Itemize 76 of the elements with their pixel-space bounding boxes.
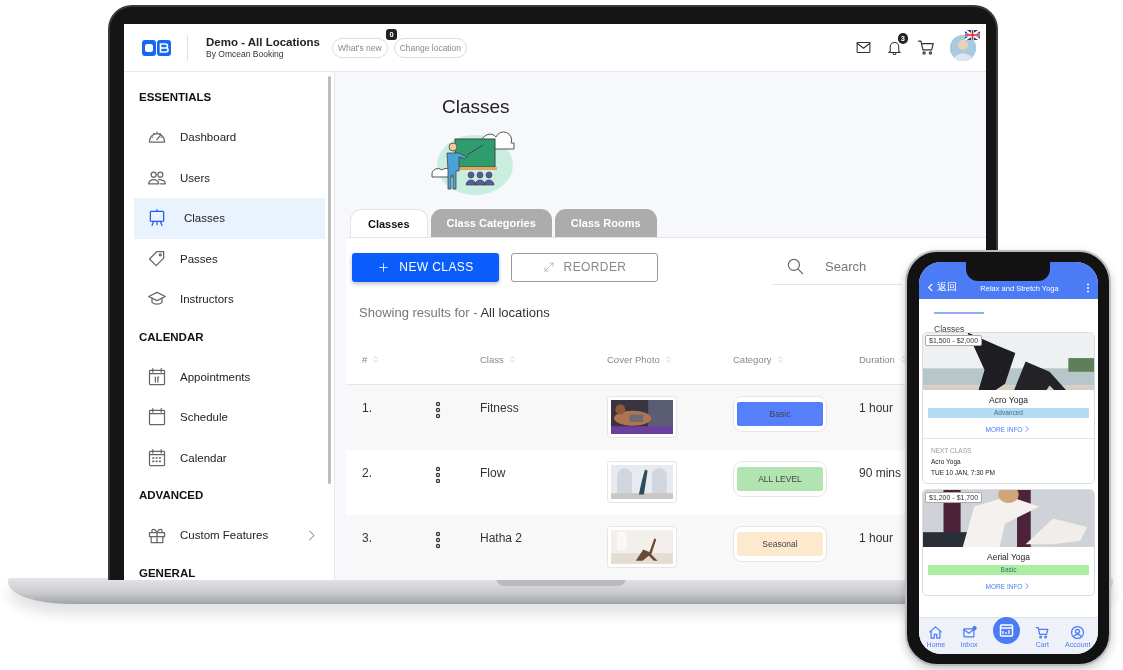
sidebar-item[interactable]: Classes [134, 198, 325, 239]
column-header[interactable]: Category [733, 354, 785, 365]
sort-icon [507, 355, 517, 364]
reorder-button[interactable]: REORDER [511, 252, 658, 282]
sort-icon [775, 355, 785, 364]
sort-icon [898, 355, 908, 364]
tab[interactable]: Class Rooms [554, 209, 657, 237]
column-header[interactable]: Duration [859, 354, 908, 365]
section-heading: GENERAL [138, 566, 197, 580]
filter-text: Showing results for - All locations [359, 305, 551, 321]
search-field[interactable]: Search [825, 259, 885, 274]
section-heading: CALENDAR [138, 330, 205, 345]
location-title: Demo - All Locations [206, 36, 320, 49]
more-icon[interactable] [435, 466, 441, 484]
row-number: 1. [362, 400, 372, 416]
section-heading: ADVANCED [138, 489, 205, 503]
search-icon [786, 257, 805, 276]
row-number: 2. [362, 465, 372, 481]
scrollbar[interactable] [328, 76, 331, 484]
bell-icon [886, 39, 903, 56]
more-icon[interactable] [435, 401, 441, 419]
class-name: Aerial Yoga [986, 552, 1031, 562]
class-name: Acro Yoga [988, 395, 1029, 405]
category-tag: ALL LEVEL [737, 467, 823, 491]
sidebar-item[interactable]: Dashboard [134, 117, 325, 158]
logo-icon[interactable] [142, 39, 171, 56]
page-title: Classes [442, 96, 511, 119]
calendar-icon [147, 407, 167, 428]
tab[interactable]: Class Categories [430, 209, 552, 237]
location-subtitle: By Omcean Booking [206, 49, 285, 59]
sidebar-item[interactable]: Calendar [134, 437, 325, 478]
sort-icon [371, 355, 381, 364]
mail-icon [855, 39, 872, 56]
more-icon[interactable] [435, 531, 441, 549]
mail-icon [961, 624, 977, 640]
sidebar-item[interactable]: Appointments [134, 356, 325, 397]
back-button[interactable]: 返回 [925, 280, 957, 294]
duration-text: 1 hour [859, 530, 894, 546]
tab[interactable]: Classes [350, 209, 428, 237]
duration-text: 90 mins [859, 465, 902, 481]
class-name: Flow [480, 465, 506, 481]
whats-new-button[interactable]: What's new [331, 37, 388, 58]
chevron-right-icon [1023, 425, 1032, 433]
category-tag: Seasonal [737, 532, 823, 556]
sidebar-item[interactable]: Instructors [134, 279, 325, 320]
section-heading: ESSENTIALS [138, 91, 213, 105]
class-name: Fitness [480, 400, 519, 416]
expand-icon [542, 261, 555, 273]
class-name: Hatha 2 [480, 530, 523, 546]
sort-icon [663, 355, 673, 364]
cart-icon [917, 38, 936, 57]
flag-icon[interactable] [965, 29, 980, 40]
plus-icon [377, 260, 391, 274]
tag-icon [147, 248, 167, 269]
calendar-button[interactable] [992, 616, 1020, 644]
change-location-button[interactable]: Change location [393, 37, 468, 58]
avatar[interactable] [950, 34, 976, 61]
column-header[interactable]: Cover Photo [607, 354, 673, 365]
easel-icon [147, 208, 167, 229]
new-class-button[interactable]: NEW CLASS [352, 252, 499, 282]
home-icon [928, 624, 944, 640]
chevron-right-icon [1023, 582, 1032, 590]
column-header[interactable]: # [362, 354, 381, 365]
calendar-icon [147, 447, 167, 468]
sidebar-item[interactable]: Schedule [134, 397, 325, 438]
sidebar-item[interactable]: Custom Features [134, 515, 325, 556]
tab[interactable]: Classes [934, 324, 965, 334]
category-tag: Basic [737, 402, 823, 426]
column-header[interactable]: Class [480, 354, 517, 365]
duration-text: 1 hour [859, 400, 894, 416]
row-number: 3. [362, 530, 372, 546]
calendar-icon [147, 366, 167, 387]
account-icon [1070, 624, 1086, 640]
cart-icon [1034, 624, 1050, 640]
sidebar-item[interactable]: Passes [134, 238, 325, 279]
sidebar-item[interactable]: Users [134, 157, 325, 198]
